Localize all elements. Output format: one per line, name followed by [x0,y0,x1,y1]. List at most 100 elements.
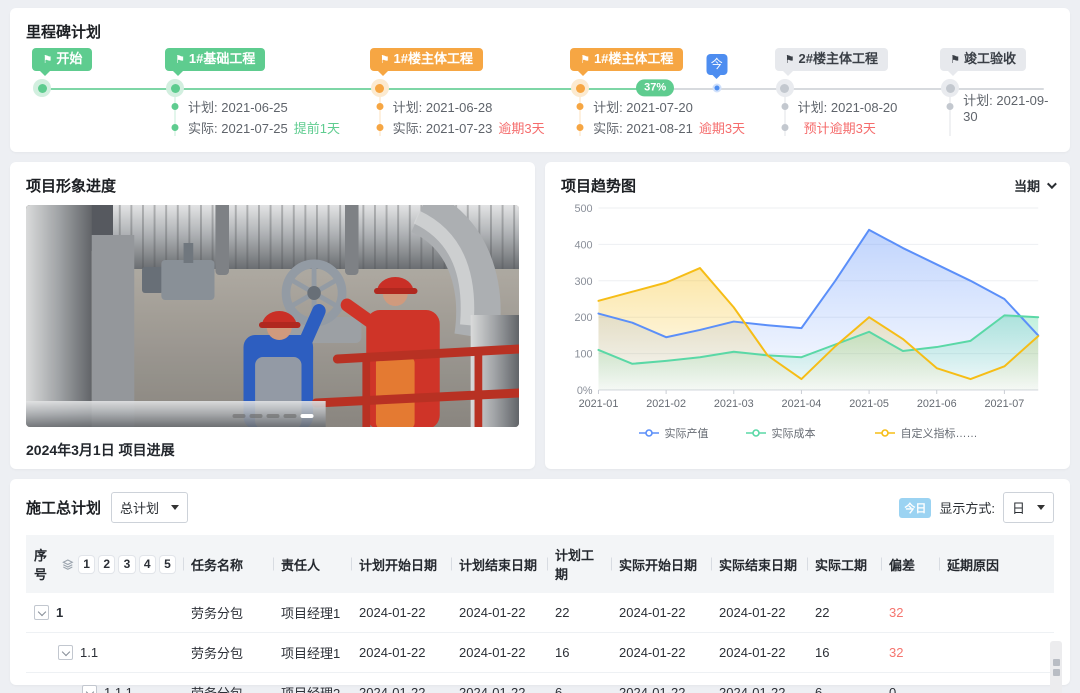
carousel-dot[interactable] [249,414,262,418]
plan-select-value: 总计划 [120,498,159,517]
dashboard-page: 里程碑计划 ⚑开始 ⚑1#基础工程计划: 2021-06-25 实际: 2021-0… [0,0,1080,693]
milestone-node[interactable] [571,79,589,97]
legend-item[interactable]: 自定义指标…… [874,425,978,441]
bullet-dot-icon [376,124,383,131]
milestone-title: 里程碑计划 [26,21,1054,42]
milestone-date-line: 预计逾期3天 [785,117,898,138]
legend-marker-icon [638,428,660,438]
carousel-dot[interactable] [232,414,245,418]
milestone-node[interactable] [941,79,959,97]
milestone-badge[interactable]: ⚑竣工验收 [940,48,1026,71]
column-header: 实际工期 [807,535,881,593]
today-chip[interactable]: 今日 [899,498,931,518]
plan-table: 序号12345任务名称责任人计划开始日期计划结束日期计划工期实际开始日期实际结束… [26,535,1054,693]
level-button[interactable]: 5 [160,556,175,573]
milestone-badge[interactable]: ⚑1#楼主体工程 [370,48,483,71]
legend-item[interactable]: 实际成本 [745,425,816,441]
table-row[interactable]: 1.1.1劳务分包项目经理22024-01-222024-01-2262024-… [26,673,1054,693]
level-button[interactable]: 2 [99,556,114,573]
milestone-date-line: 计划: 2021-07-20 [580,96,745,117]
milestone-status: 预计逾期3天 [804,118,876,137]
svg-text:2021-07: 2021-07 [985,398,1025,410]
carousel-dot[interactable] [283,414,296,418]
table-row[interactable]: 1劳务分包项目经理12024-01-222024-01-22222024-01-… [26,593,1054,633]
side-panel-handle[interactable] [1050,641,1062,693]
bullet-dot-icon [781,124,788,131]
level-button[interactable]: 1 [79,556,94,573]
milestone-node[interactable] [166,79,184,97]
milestone-dates: 计划: 2021-08-20预计逾期3天 [785,96,898,138]
bullet-dot-icon [577,103,584,110]
plan-select[interactable]: 总计划 [111,492,188,523]
level-button[interactable]: 4 [140,556,155,573]
display-mode-value: 日 [1012,498,1025,517]
legend-marker-icon [745,428,767,438]
photo-carousel[interactable] [26,205,519,427]
cell-reason [939,633,1054,673]
period-value: 当期 [1014,176,1040,195]
trend-chart-card: 项目趋势图 当期 0%1002003004005002021-012021-02… [545,162,1070,469]
svg-text:300: 300 [574,276,592,288]
photo-card-title: 项目形象进度 [26,175,519,196]
cell-plan_start: 2024-01-22 [351,633,451,673]
collapse-icon[interactable] [58,645,73,660]
progress-pill: 37% [636,79,674,96]
cell-plan_end: 2024-01-22 [451,673,547,693]
flag-icon: ⚑ [42,54,52,66]
svg-text:500: 500 [574,203,592,215]
construction-plan-card: 施工总计划 总计划 今日 显示方式: 日 序号12345任务名称责任人计划开始日… [10,479,1070,685]
milestone-badge[interactable]: ⚑开始 [32,48,92,71]
milestone-date-line: 实际: 2021-07-23逾期3天 [380,117,545,138]
row-id: 1.1 [80,645,98,660]
cell-act_days: 6 [807,673,881,693]
cell-dev: 32 [881,633,939,673]
level-button[interactable]: 3 [119,556,134,573]
milestone-badge[interactable]: ⚑1#基础工程 [165,48,265,71]
svg-text:400: 400 [574,239,592,251]
collapse-icon[interactable] [34,605,49,620]
milestone-node[interactable] [371,79,389,97]
project-photo [26,205,519,427]
row-id: 1 [56,605,63,620]
collapse-icon[interactable] [82,685,97,693]
display-mode-select[interactable]: 日 [1003,492,1054,523]
cell-plan_days: 22 [547,593,611,633]
cell-act_days: 16 [807,633,881,673]
carousel-dot[interactable] [300,414,313,418]
svg-text:100: 100 [574,349,592,361]
milestone-status: 逾期3天 [498,118,544,137]
column-header: 实际结束日期 [711,535,807,593]
svg-text:2021-04: 2021-04 [782,398,822,410]
timeline-progress-line [42,88,655,90]
table-title: 施工总计划 [26,497,101,518]
cell-plan_end: 2024-01-22 [451,593,547,633]
chevron-down-icon [1047,179,1057,189]
svg-text:2021-02: 2021-02 [646,398,686,410]
cell-act_end: 2024-01-22 [711,633,807,673]
milestone-node[interactable] [776,79,794,97]
caret-down-icon [1037,505,1045,510]
period-dropdown[interactable]: 当期 [1014,176,1054,195]
legend-item[interactable]: 实际产值 [638,425,709,441]
flag-icon: ⚑ [580,54,590,66]
cell-plan_start: 2024-01-22 [351,593,451,633]
milestone-date-line: 计划: 2021-06-28 [380,96,545,117]
layers-icon[interactable] [62,558,74,571]
table-row[interactable]: 1.1劳务分包项目经理12024-01-222024-01-22162024-0… [26,633,1054,673]
cell-task: 劳务分包 [183,673,273,693]
cell-act_end: 2024-01-22 [711,673,807,693]
flag-icon: ⚑ [785,54,795,66]
flag-icon: ⚑ [950,54,960,66]
carousel-dot[interactable] [266,414,279,418]
milestone-dates: 计划: 2021-06-28实际: 2021-07-23逾期3天 [380,96,545,138]
today-dot-icon [712,84,721,93]
legend-marker-icon [874,428,896,438]
column-header-seq: 序号12345 [26,535,183,593]
column-header: 计划结束日期 [451,535,547,593]
milestone-date-line: 计划: 2021-06-25 [175,96,340,117]
bullet-dot-icon [947,103,954,110]
cell-plan_days: 6 [547,673,611,693]
milestone-badge[interactable]: ⚑2#楼主体工程 [775,48,888,71]
milestone-node[interactable] [33,79,51,97]
milestone-badge[interactable]: ⚑1#楼主体工程 [570,48,683,71]
